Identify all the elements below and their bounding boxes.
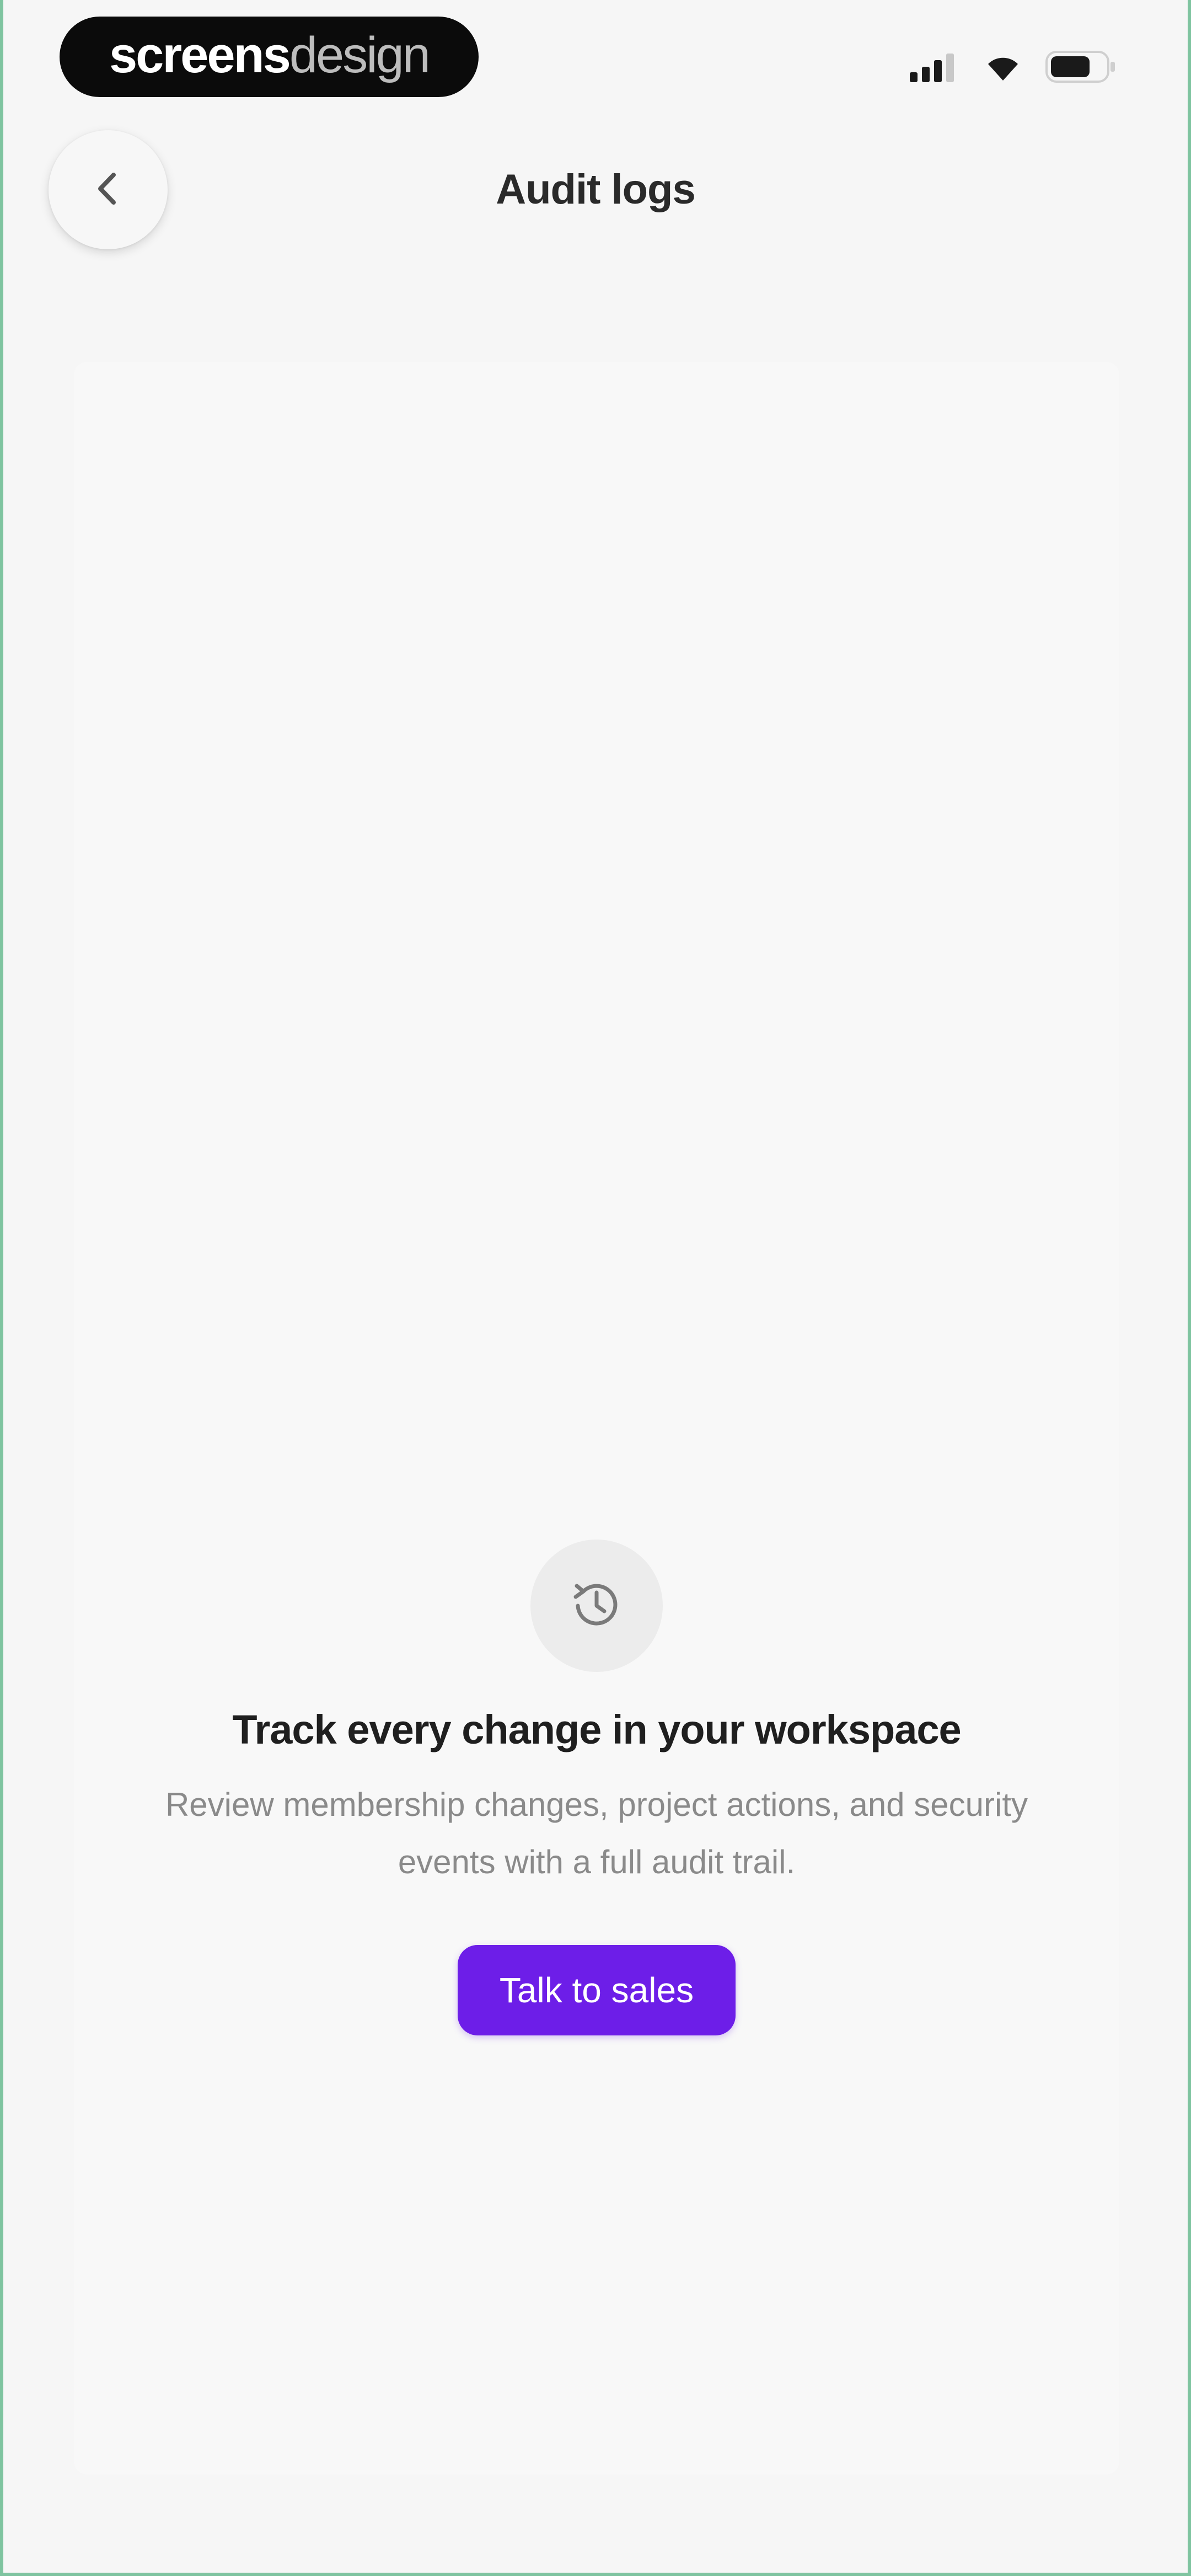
- empty-state: Track every change in your workspace Rev…: [74, 1540, 1119, 2035]
- page-title: Audit logs: [496, 166, 696, 213]
- status-bar: screens design: [3, 0, 1188, 110]
- brand-name-bold: screens: [109, 26, 291, 83]
- cellular-signal-icon: [910, 51, 961, 82]
- content-card: Track every change in your workspace Rev…: [74, 362, 1119, 2475]
- history-badge: [530, 1540, 663, 1672]
- status-icons: [910, 51, 1116, 83]
- app-screen: screens design Audit logs Track every ch…: [3, 0, 1188, 2573]
- battery-icon: [1045, 51, 1116, 83]
- brand-logo: screens design: [60, 17, 479, 97]
- talk-to-sales-button[interactable]: Talk to sales: [458, 1945, 736, 2035]
- wifi-icon: [985, 52, 1021, 82]
- brand-name-light: design: [289, 26, 431, 83]
- empty-state-description: Review membership changes, project actio…: [165, 1786, 1028, 1880]
- empty-state-heading: Track every change in your workspace: [232, 1707, 961, 1752]
- history-icon: [566, 1574, 627, 1638]
